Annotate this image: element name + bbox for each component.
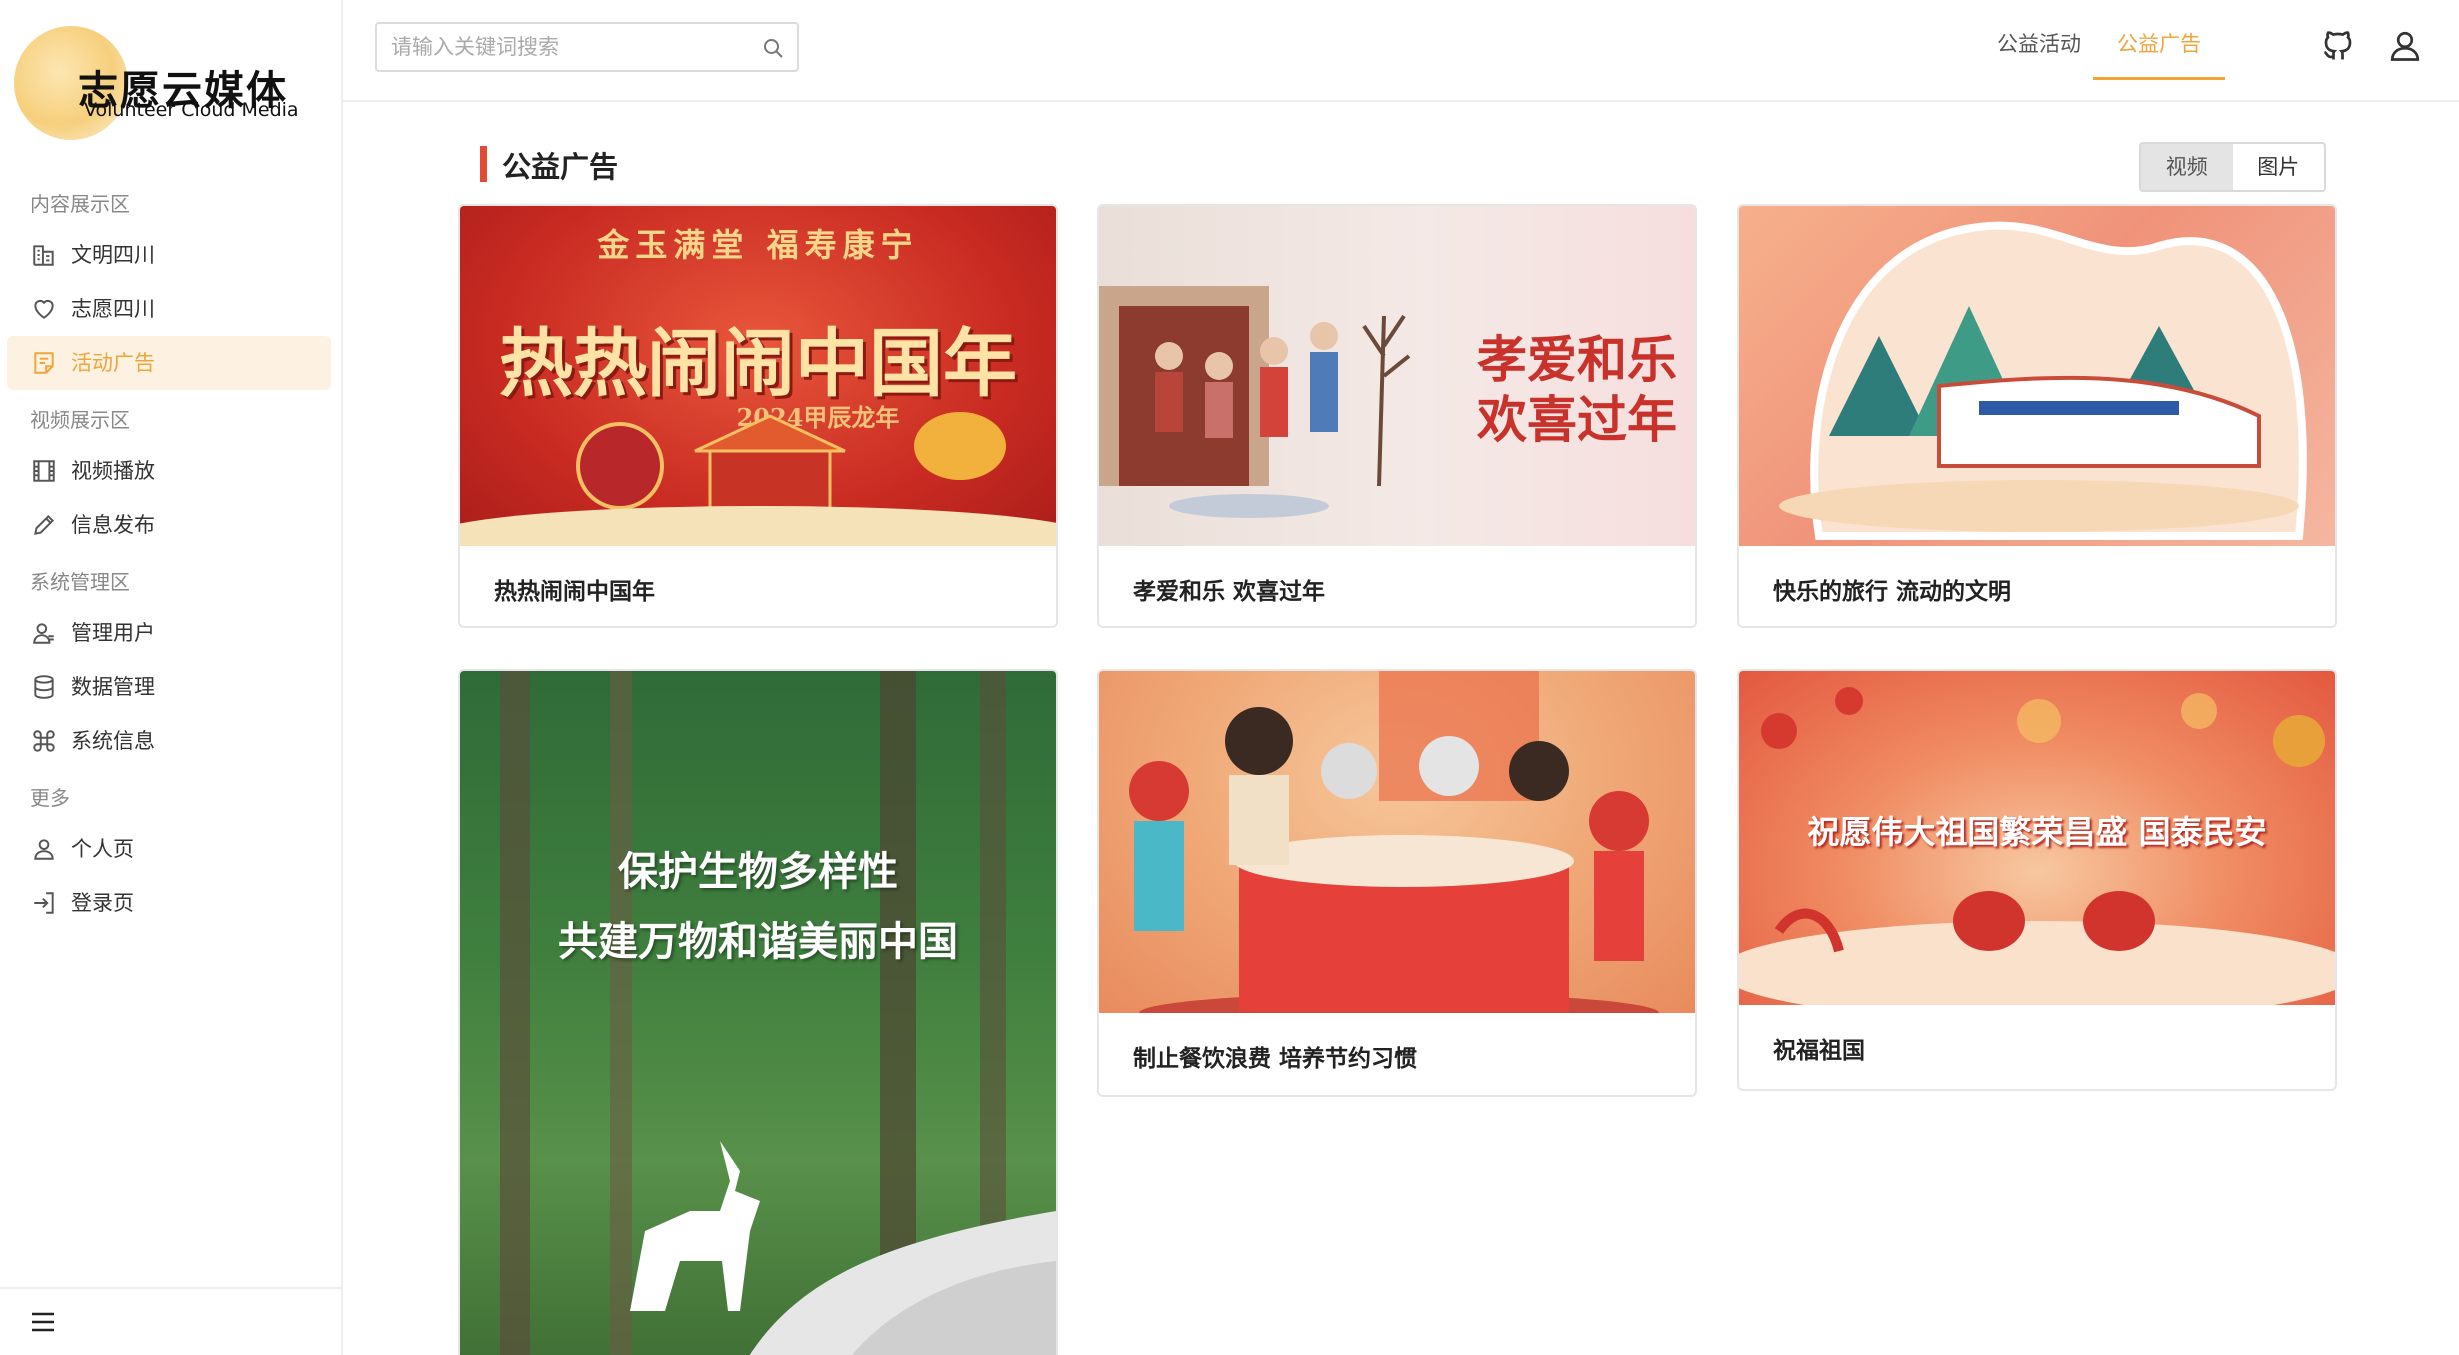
- ad-card[interactable]: 快乐的旅行 流动的文明: [1737, 204, 2337, 628]
- forest-illustration: [500, 671, 1056, 1355]
- sidebar-item-label: 信息发布: [71, 513, 155, 537]
- tab-public-ads[interactable]: 公益广告: [2093, 28, 2225, 80]
- ad-card[interactable]: 金玉满堂 福寿康宁 热热闹闹中国年 2024甲辰龙年 热热闹闹中国年: [458, 204, 1058, 628]
- github-icon[interactable]: [2320, 28, 2356, 64]
- sidebar-item-label: 数据管理: [71, 675, 155, 699]
- sidebar-item-profile[interactable]: 个人页: [7, 822, 331, 876]
- ad-card-image: 祝愿伟大祖国繁荣昌盛 国泰民安: [1739, 671, 2335, 1005]
- sidebar-item-label: 文明四川: [71, 243, 155, 267]
- ad-card[interactable]: 孝爱和乐 欢喜过年 孝爱和乐 欢喜过年: [1097, 204, 1697, 628]
- ad-card-title: 制止餐饮浪费 培养节约习惯: [1133, 1046, 1418, 1072]
- sidebar-item-label: 视频播放: [71, 459, 155, 483]
- menu-toggle-icon[interactable]: [30, 1311, 56, 1333]
- sidebar-nav: 内容展示区 文明四川 志愿四川 活动广告 视频展示区 视频播放 信息发布 系统管…: [0, 180, 343, 930]
- sidebar: 志愿云媒体 Volunteer Cloud Media 内容展示区 文明四川 志…: [0, 0, 343, 1355]
- sidebar-item-activity-ads[interactable]: 活动广告: [7, 336, 331, 390]
- ad-card-title: 孝爱和乐 欢喜过年: [1133, 579, 1326, 605]
- search-box: [375, 22, 799, 72]
- nav-section-more: 更多: [30, 786, 70, 810]
- sidebar-item-video-play[interactable]: 视频播放: [7, 444, 331, 498]
- ad-card-image: [1099, 671, 1695, 1013]
- ad-card-image: 孝爱和乐 欢喜过年: [1099, 206, 1695, 546]
- nav-section-system: 系统管理区: [30, 570, 130, 594]
- poster-text: 共建万物和谐美丽中国: [558, 918, 958, 965]
- logo[interactable]: 志愿云媒体 Volunteer Cloud Media: [14, 26, 334, 146]
- ad-card-image: 金玉满堂 福寿康宁 热热闹闹中国年 2024甲辰龙年: [460, 206, 1056, 546]
- ad-card[interactable]: 制止餐饮浪费 培养节约习惯: [1097, 669, 1697, 1097]
- building-icon: [33, 245, 54, 266]
- sidebar-footer: [0, 1287, 341, 1355]
- sidebar-item-data-manage[interactable]: 数据管理: [7, 660, 331, 714]
- sidebar-item-zhiyuan-sichuan[interactable]: 志愿四川: [7, 282, 331, 336]
- sidebar-item-label: 志愿四川: [71, 297, 155, 321]
- view-toggle: 视频 图片: [2139, 142, 2326, 192]
- app-root: 志愿云媒体 Volunteer Cloud Media 内容展示区 文明四川 志…: [0, 0, 2459, 1355]
- ad-card-title: 快乐的旅行 流动的文明: [1773, 579, 2012, 605]
- sidebar-item-system-info[interactable]: 系统信息: [7, 714, 331, 768]
- sidebar-item-label: 活动广告: [71, 351, 155, 375]
- ad-card[interactable]: 祝愿伟大祖国繁荣昌盛 国泰民安 祝福祖国: [1737, 669, 2337, 1091]
- sidebar-item-label: 管理用户: [71, 621, 155, 645]
- heart-icon: [34, 299, 54, 319]
- tab-public-activities[interactable]: 公益活动: [1983, 28, 2095, 80]
- toggle-video-button[interactable]: 视频: [2141, 144, 2233, 190]
- dinner-illustration: [1129, 671, 1659, 1013]
- ad-card-title: 热热闹闹中国年: [494, 579, 655, 605]
- search-input[interactable]: [377, 24, 737, 70]
- page-title: 公益广告: [502, 150, 619, 184]
- section-accent-bar: [480, 146, 487, 182]
- ad-card-image: [1739, 206, 2335, 546]
- sidebar-item-info-publish[interactable]: 信息发布: [7, 498, 331, 552]
- topbar: 公益活动 公益广告: [343, 0, 2459, 102]
- festival-illustration: [460, 412, 1056, 546]
- sidebar-item-login[interactable]: 登录页: [7, 876, 331, 930]
- sidebar-item-label: 个人页: [71, 837, 134, 861]
- nav-section-content: 内容展示区: [30, 192, 130, 216]
- main-content: 公益广告 视频 图片 金玉满堂 福寿康宁 热热闹闹中国年 2024甲辰龙年 热热…: [343, 104, 2459, 1355]
- notes-icon: [34, 352, 54, 374]
- sidebar-item-manage-users[interactable]: 管理用户: [7, 606, 331, 660]
- ad-card-image: 保护生物多样性 共建万物和谐美丽中国: [460, 671, 1056, 1355]
- pencil-icon: [34, 514, 55, 535]
- travel-illustration: [1779, 221, 2307, 540]
- poster-text: 保护生物多样性: [618, 848, 898, 895]
- poster-text: 欢喜过年: [1477, 390, 1677, 449]
- user-manage-icon: [33, 623, 54, 644]
- command-icon: [33, 730, 55, 752]
- user-account-icon[interactable]: [2387, 28, 2423, 64]
- nav-section-video: 视频展示区: [30, 408, 130, 432]
- ad-card[interactable]: 保护生物多样性 共建万物和谐美丽中国: [458, 669, 1058, 1355]
- sidebar-item-label: 系统信息: [71, 729, 155, 753]
- user-icon: [34, 839, 54, 860]
- toggle-image-button[interactable]: 图片: [2233, 144, 2325, 190]
- logo-subtitle: Volunteer Cloud Media: [84, 99, 299, 121]
- search-icon[interactable]: [761, 36, 785, 60]
- database-icon: [34, 675, 54, 699]
- sidebar-item-label: 登录页: [71, 891, 134, 915]
- ad-card-title: 祝福祖国: [1773, 1038, 1865, 1064]
- poster-text: 祝愿伟大祖国繁荣昌盛 国泰民安: [1807, 813, 2267, 851]
- login-icon: [34, 892, 54, 914]
- sidebar-item-wenming-sichuan[interactable]: 文明四川: [7, 228, 331, 282]
- film-icon: [33, 460, 55, 482]
